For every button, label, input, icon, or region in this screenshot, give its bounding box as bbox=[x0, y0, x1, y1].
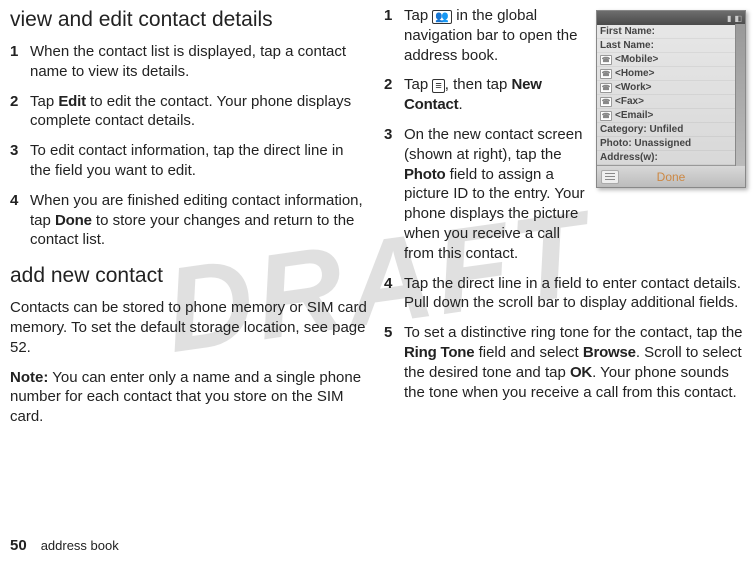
field-label: <Mobile> bbox=[615, 54, 658, 65]
phone-field[interactable]: Photo: Unassigned bbox=[597, 137, 745, 151]
step-number: 2 bbox=[10, 92, 30, 132]
field-label: <Fax> bbox=[615, 96, 644, 107]
step-text: To set a distinctive ring tone for the c… bbox=[404, 323, 746, 402]
paragraph-note: Note: You can enter only a name and a si… bbox=[10, 368, 368, 427]
phone-field[interactable]: ☎<Fax> bbox=[597, 95, 745, 109]
step-2-r: 2 Tap ≡, then tap New Contact. bbox=[384, 75, 588, 115]
phone-screen: ▮ ◧ First Name:Last Name:☎<Mobile>☎<Home… bbox=[596, 10, 746, 188]
status-icon: ▮ bbox=[727, 14, 731, 23]
phone-field[interactable]: ☎<Work> bbox=[597, 81, 745, 95]
step-number: 1 bbox=[10, 42, 30, 82]
phone-screenshot: ▮ ◧ First Name:Last Name:☎<Mobile>☎<Home… bbox=[596, 10, 746, 188]
step-2: 2 Tap Edit to edit the contact. Your pho… bbox=[10, 92, 368, 132]
field-label: <Home> bbox=[615, 68, 654, 79]
step-text: Tap ≡, then tap New Contact. bbox=[404, 75, 588, 115]
phone-field[interactable]: Category: Unfiled bbox=[597, 123, 745, 137]
paragraph-storage: Contacts can be stored to phone memory o… bbox=[10, 298, 368, 357]
step-1-r: 1 Tap 👥 in the global navigation bar to … bbox=[384, 6, 588, 65]
phone-figure: ▮ ◧ First Name:Last Name:☎<Mobile>☎<Home… bbox=[596, 10, 746, 188]
phone-field[interactable]: Address(w): bbox=[597, 151, 745, 165]
contacts-icon: 👥 bbox=[432, 10, 452, 24]
bold-edit: Edit bbox=[58, 93, 86, 110]
text: Tap bbox=[404, 76, 432, 93]
step-number: 3 bbox=[384, 125, 404, 264]
step-number: 3 bbox=[10, 141, 30, 181]
heading-view-edit: view and edit contact details bbox=[10, 8, 368, 32]
menu-icon[interactable] bbox=[601, 170, 619, 184]
menu-lines-icon: ≡ bbox=[432, 79, 444, 93]
phone-field[interactable]: First Name: bbox=[597, 25, 745, 39]
step-text: Tap the direct line in a field to enter … bbox=[404, 274, 746, 314]
bold-ring-tone: Ring Tone bbox=[404, 344, 474, 361]
bold-done: Done bbox=[55, 212, 92, 229]
field-type-icon: ☎ bbox=[600, 97, 612, 107]
bold-ok: OK bbox=[570, 364, 592, 381]
text: . bbox=[458, 96, 462, 113]
field-label: Last Name: bbox=[600, 40, 654, 51]
field-label: First Name: bbox=[600, 26, 655, 37]
step-4-r: 4 Tap the direct line in a field to ente… bbox=[384, 274, 746, 314]
step-text: When the contact list is displayed, tap … bbox=[30, 42, 368, 82]
field-label: <Work> bbox=[615, 82, 652, 93]
field-label: Address(w): bbox=[600, 152, 658, 163]
step-text: Tap Edit to edit the contact. Your phone… bbox=[30, 92, 368, 132]
field-label: Photo: Unassigned bbox=[600, 138, 691, 149]
step-number: 1 bbox=[384, 6, 404, 65]
text: Tap bbox=[404, 7, 432, 24]
field-type-icon: ☎ bbox=[600, 69, 612, 79]
step-number: 2 bbox=[384, 75, 404, 115]
text: , then tap bbox=[445, 76, 512, 93]
text: Tap bbox=[30, 93, 58, 110]
step-text: To edit contact information, tap the dir… bbox=[30, 141, 368, 181]
status-icon: ◧ bbox=[734, 14, 742, 23]
phone-bottom-bar: Done bbox=[597, 165, 745, 187]
text: On the new contact screen (shown at righ… bbox=[404, 126, 582, 163]
step-3-r: 3 On the new contact screen (shown at ri… bbox=[384, 125, 588, 264]
step-text: When you are finished editing contact in… bbox=[30, 191, 368, 250]
phone-field[interactable]: Last Name: bbox=[597, 39, 745, 53]
bold-browse: Browse bbox=[583, 344, 636, 361]
phone-field[interactable]: ☎<Home> bbox=[597, 67, 745, 81]
step-4: 4 When you are finished editing contact … bbox=[10, 191, 368, 250]
step-1: 1 When the contact list is displayed, ta… bbox=[10, 42, 368, 82]
step-number: 5 bbox=[384, 323, 404, 402]
step-number: 4 bbox=[384, 274, 404, 314]
step-text: On the new contact screen (shown at righ… bbox=[404, 125, 588, 264]
field-label: Category: Unfiled bbox=[600, 124, 683, 135]
page-footer: 50 address book bbox=[10, 537, 119, 554]
field-type-icon: ☎ bbox=[600, 55, 612, 65]
left-column: view and edit contact details 1 When the… bbox=[10, 6, 378, 520]
scrollbar[interactable] bbox=[735, 24, 745, 166]
bold-photo: Photo bbox=[404, 166, 446, 183]
page-content: view and edit contact details 1 When the… bbox=[0, 0, 756, 520]
note-text: You can enter only a name and a single p… bbox=[10, 369, 361, 426]
field-label: <Email> bbox=[615, 110, 653, 121]
step-3: 3 To edit contact information, tap the d… bbox=[10, 141, 368, 181]
page-number: 50 bbox=[10, 537, 27, 554]
done-button[interactable]: Done bbox=[657, 170, 686, 184]
field-type-icon: ☎ bbox=[600, 83, 612, 93]
heading-add-new: add new contact bbox=[10, 264, 368, 288]
phone-field[interactable]: ☎<Mobile> bbox=[597, 53, 745, 67]
field-type-icon: ☎ bbox=[600, 111, 612, 121]
step-number: 4 bbox=[10, 191, 30, 250]
text: field and select bbox=[474, 344, 582, 361]
phone-status-bar: ▮ ◧ bbox=[597, 11, 745, 25]
step-5-r: 5 To set a distinctive ring tone for the… bbox=[384, 323, 746, 402]
text: To set a distinctive ring tone for the c… bbox=[404, 324, 743, 341]
right-column: ▮ ◧ First Name:Last Name:☎<Mobile>☎<Home… bbox=[378, 6, 746, 520]
note-label: Note: bbox=[10, 369, 48, 386]
phone-field[interactable]: ☎<Email> bbox=[597, 109, 745, 123]
footer-section-label: address book bbox=[41, 538, 119, 553]
step-text: Tap 👥 in the global navigation bar to op… bbox=[404, 6, 588, 65]
